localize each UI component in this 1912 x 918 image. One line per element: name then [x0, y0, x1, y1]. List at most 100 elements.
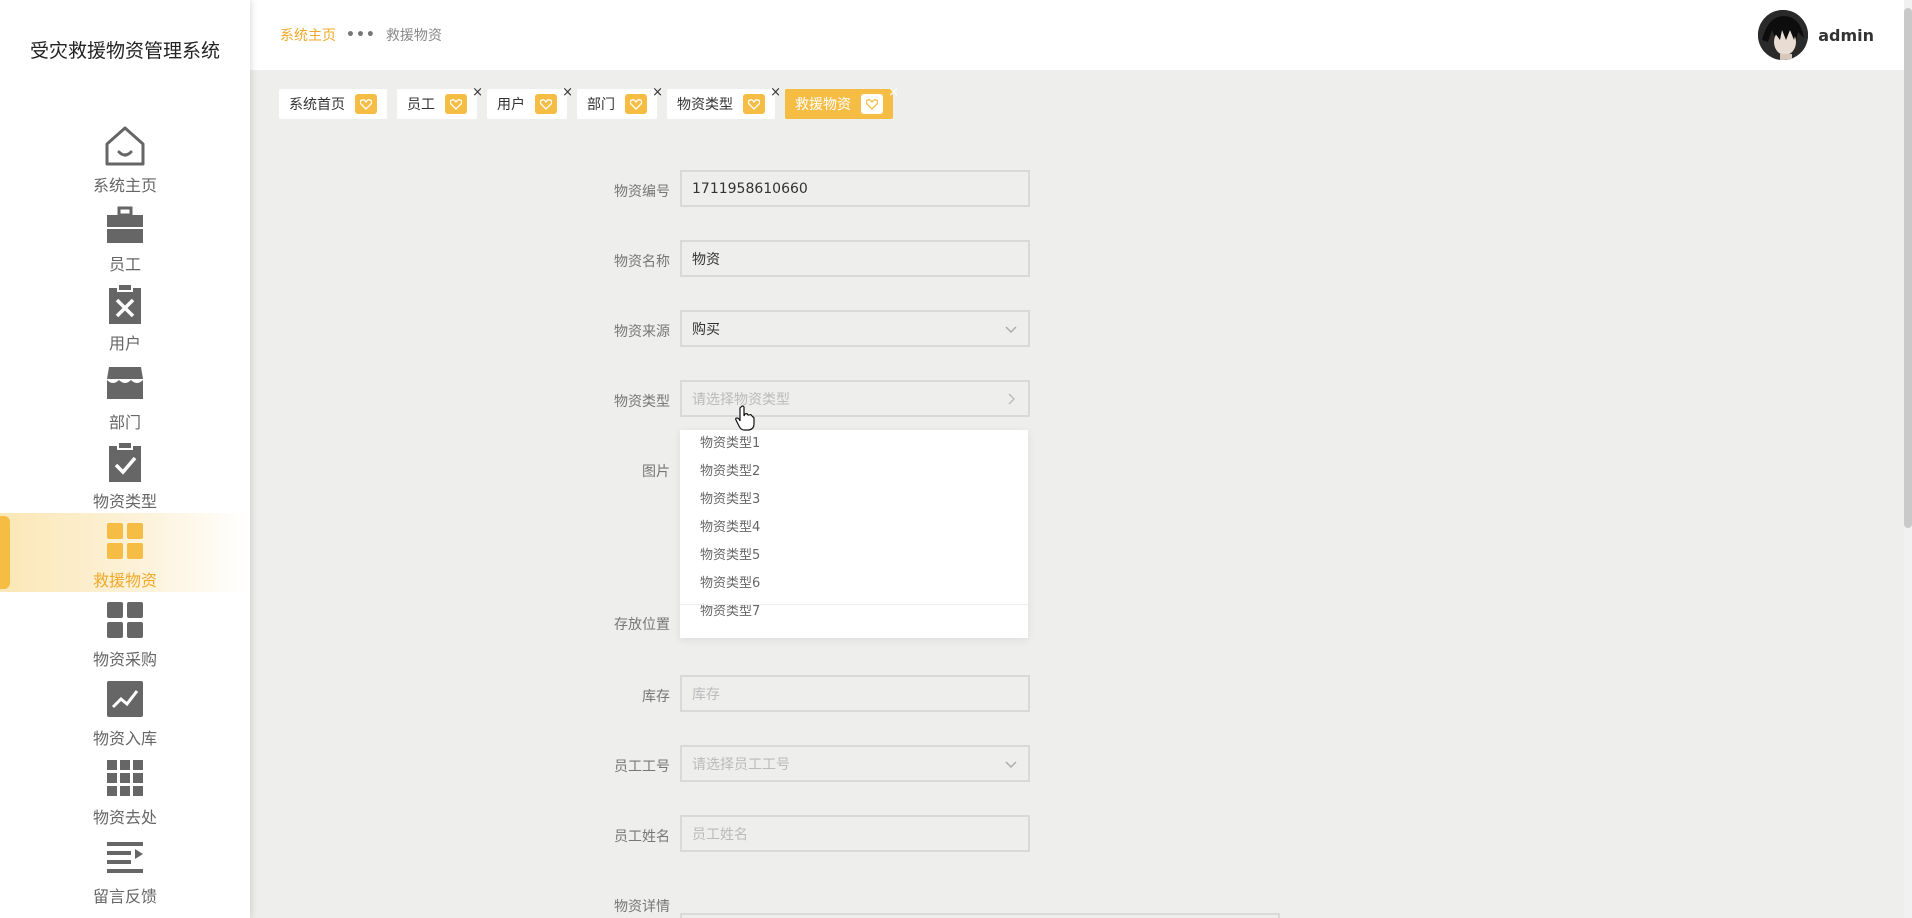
- source-select-value: 购买: [692, 321, 720, 338]
- home-icon: [101, 122, 149, 170]
- sidebar-item-rescue-material[interactable]: 救援物资: [0, 513, 250, 592]
- sidebar-item-label: 部门: [108, 413, 141, 432]
- sidebar-item-material-type[interactable]: 物资类型: [0, 434, 250, 513]
- sidebar-item-home[interactable]: 系统主页: [0, 118, 250, 197]
- list-icon: [101, 833, 149, 881]
- sidebar-item-procurement[interactable]: 物资采购: [0, 592, 250, 671]
- sidebar-item-label: 物资类型: [92, 492, 157, 511]
- chevron-right-icon: [1008, 393, 1015, 405]
- tab-user[interactable]: 用户 ×: [487, 86, 573, 119]
- dropdown-option[interactable]: 物资类型1: [680, 430, 1028, 458]
- sidebar-item-label: 物资采购: [92, 650, 157, 669]
- app-root: 受灾救援物资管理系统 系统主页 员工 用户 部门 物资类型 救援物资 物资采购 …: [0, 0, 1912, 918]
- close-icon[interactable]: ×: [770, 86, 781, 99]
- type-cascader[interactable]: 请选择物资类型: [680, 380, 1030, 417]
- sidebar: 受灾救援物资管理系统 系统主页 员工 用户 部门 物资类型 救援物资 物资采购 …: [0, 0, 250, 918]
- sidebar-item-label: 物资去处: [92, 808, 157, 827]
- close-icon[interactable]: ×: [888, 86, 899, 99]
- sidebar-item-employee[interactable]: 员工: [0, 197, 250, 276]
- apps-grid-icon: [101, 754, 149, 802]
- dropdown-option[interactable]: 物资类型3: [680, 486, 1028, 514]
- name-input[interactable]: 物资: [680, 240, 1030, 277]
- field-label: 物资名称: [614, 254, 670, 270]
- sidebar-item-destination[interactable]: 物资去处: [0, 750, 250, 829]
- detail-editor[interactable]: [680, 913, 1280, 918]
- breadcrumb-home[interactable]: 系统主页: [280, 25, 336, 45]
- heart-icon: [535, 94, 557, 114]
- app-brand: 受灾救援物资管理系统: [29, 40, 220, 62]
- tab-home[interactable]: 系统首页: [279, 89, 387, 119]
- heart-icon: [861, 94, 883, 114]
- chevron-down-icon: [1005, 761, 1017, 768]
- sidebar-item-feedback[interactable]: 留言反馈: [0, 829, 250, 908]
- tab-employee[interactable]: 员工 ×: [397, 86, 483, 119]
- form-row-name: 物资名称 物资: [580, 240, 1180, 280]
- close-icon[interactable]: ×: [652, 86, 663, 99]
- user-menu[interactable]: admin: [1758, 10, 1874, 60]
- sidebar-item-label: 用户: [108, 334, 141, 353]
- dropdown-option[interactable]: 物资类型4: [680, 514, 1028, 542]
- briefcase-icon: [101, 201, 149, 249]
- close-icon[interactable]: ×: [562, 86, 573, 99]
- grid-icon: [101, 596, 149, 644]
- heart-icon: [445, 94, 467, 114]
- clipboard-x-icon: [101, 280, 149, 328]
- tab-label: 部门: [587, 97, 615, 113]
- form-row-emp-no: 员工工号 请选择员工工号: [580, 745, 1180, 785]
- form-row-stock: 库存 库存: [580, 675, 1180, 715]
- heart-icon: [355, 94, 377, 114]
- top-bar: 系统主页 ••• 救援物资 admin: [250, 0, 1912, 70]
- breadcrumb-current: 救援物资: [385, 28, 442, 44]
- sidebar-item-label: 留言反馈: [92, 887, 157, 906]
- field-label: 图片: [642, 464, 670, 480]
- dropdown-divider: [680, 604, 1028, 605]
- field-label: 物资详情: [614, 899, 670, 915]
- dropdown-option[interactable]: 物资类型7: [680, 598, 1028, 626]
- avatar[interactable]: [1758, 10, 1809, 60]
- field-label: 库存: [642, 689, 670, 705]
- field-label: 物资类型: [614, 394, 670, 410]
- emp-no-placeholder: 请选择员工工号: [692, 756, 790, 773]
- emp-name-input[interactable]: 员工姓名: [680, 815, 1030, 852]
- scrollbar-thumb[interactable]: [1904, 8, 1912, 528]
- type-dropdown: 物资类型1 物资类型2 物资类型3 物资类型4 物资类型5 物资类型6 物资类型…: [680, 430, 1028, 638]
- emp-no-select[interactable]: 请选择员工工号: [680, 745, 1030, 782]
- sidebar-item-department[interactable]: 部门: [0, 355, 250, 434]
- tab-bar: 系统首页 员工 × 用户 × 部门 × 物资类型 × 救援物资 ×: [279, 86, 903, 119]
- chevron-down-icon: [1005, 326, 1017, 333]
- grid-icon: [101, 517, 149, 565]
- dropdown-option[interactable]: 物资类型5: [680, 542, 1028, 570]
- user-name[interactable]: admin: [1818, 26, 1874, 45]
- breadcrumb: 系统主页 ••• 救援物资: [280, 25, 442, 45]
- sidebar-item-user[interactable]: 用户: [0, 276, 250, 355]
- form-row-type: 物资类型 请选择物资类型: [580, 380, 1180, 420]
- form-row-code: 物资编号 1711958610660: [580, 170, 1180, 210]
- tab-label: 员工: [407, 97, 435, 113]
- sidebar-item-inbound[interactable]: 物资入库: [0, 671, 250, 750]
- tab-department[interactable]: 部门 ×: [577, 86, 663, 119]
- sidebar-item-label: 员工: [108, 255, 141, 274]
- field-label: 员工姓名: [614, 829, 670, 845]
- sidebar-item-label: 物资入库: [92, 729, 157, 748]
- hand-cursor-icon: [735, 405, 755, 431]
- store-icon: [101, 359, 149, 407]
- heart-icon: [743, 94, 765, 114]
- dropdown-option[interactable]: 物资类型2: [680, 458, 1028, 486]
- sidebar-item-label: 救援物资: [92, 571, 157, 590]
- tab-material-type[interactable]: 物资类型 ×: [667, 86, 781, 119]
- field-label: 存放位置: [614, 617, 670, 633]
- tab-label: 用户: [497, 97, 525, 113]
- clipboard-check-icon: [101, 438, 149, 486]
- heart-icon: [625, 94, 647, 114]
- close-icon[interactable]: ×: [472, 86, 483, 99]
- tab-rescue-material[interactable]: 救援物资 ×: [785, 86, 899, 119]
- field-label: 员工工号: [614, 759, 670, 775]
- field-label: 物资编号: [614, 184, 670, 200]
- dropdown-option[interactable]: 物资类型6: [680, 570, 1028, 598]
- chart-line-icon: [101, 675, 149, 723]
- source-select[interactable]: 购买: [680, 310, 1030, 347]
- tab-label: 系统首页: [289, 97, 345, 113]
- stock-input[interactable]: 库存: [680, 675, 1030, 712]
- sidebar-menu: 系统主页 员工 用户 部门 物资类型 救援物资 物资采购 物资入库 物资去处 留…: [0, 118, 250, 908]
- code-input[interactable]: 1711958610660: [680, 170, 1030, 207]
